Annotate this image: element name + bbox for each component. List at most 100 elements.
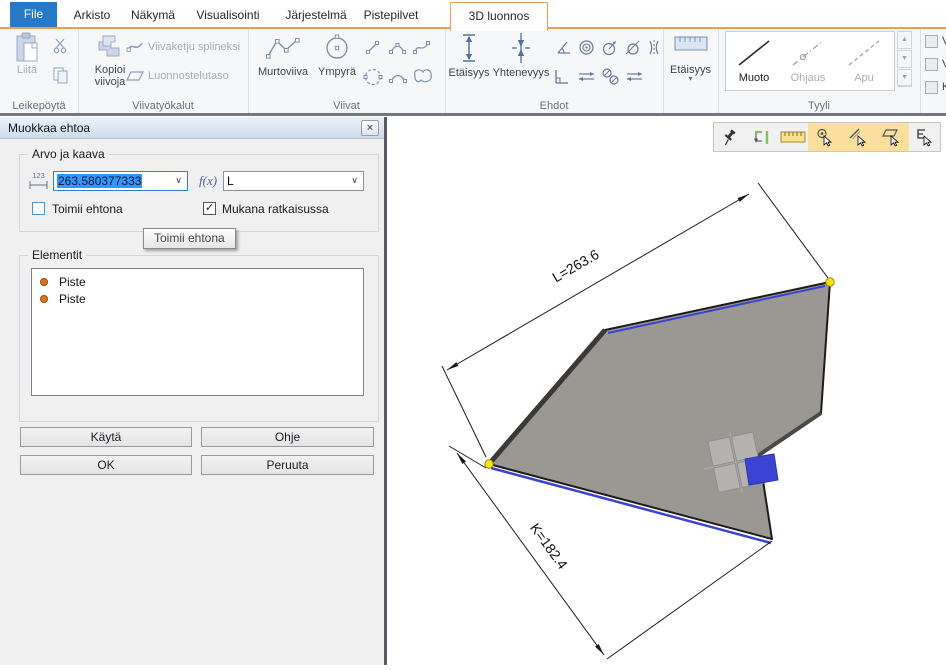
polyline-button[interactable]: Murtoviiva	[252, 35, 314, 78]
circle-button[interactable]: Ympyrä	[314, 34, 360, 78]
tab-3d-luonnos[interactable]: 3D luonnos	[450, 2, 548, 31]
fx-icon: f(x)	[199, 173, 217, 189]
tab-jarjestelma[interactable]: Järjestelmä	[276, 3, 356, 27]
snap-line-button[interactable]	[842, 123, 875, 151]
tab-nakyma[interactable]: Näkymä	[122, 3, 184, 27]
check-icon: ✓	[205, 202, 214, 214]
help-button[interactable]: Ohje	[201, 427, 374, 447]
cut-icon[interactable]	[53, 38, 68, 54]
perpendicular-constraint-icon[interactable]	[553, 68, 570, 85]
chevron-down-icon[interactable]: ∨	[175, 175, 182, 186]
dialog-title[interactable]: Muokkaa ehtoa	[0, 117, 384, 139]
equal-radius-constraint-icon[interactable]	[601, 67, 620, 86]
coincidence-label: Yhtenevyys	[491, 67, 551, 79]
equal-distance-constraint-icon[interactable]	[625, 70, 644, 83]
tangent-constraint-icon[interactable]	[601, 39, 619, 56]
ok-button[interactable]: OK	[20, 455, 192, 475]
snap-face-button[interactable]	[875, 123, 908, 151]
paste-label: Liitä	[6, 64, 48, 76]
vertex-handle-top[interactable]	[826, 278, 834, 286]
spline-icon[interactable]	[412, 38, 432, 57]
list-item[interactable]: Piste	[32, 273, 363, 290]
dim-L-label[interactable]: L=263.6	[549, 246, 601, 285]
dim-K-label[interactable]: K=182.4	[527, 520, 571, 572]
value-formula-group: Arvo ja kaava	[19, 154, 379, 232]
style-muoto-label: Muoto	[728, 72, 780, 84]
symmetry-constraint-icon[interactable]	[646, 39, 662, 56]
angle-constraint-icon[interactable]	[555, 40, 572, 56]
cancel-button[interactable]: Peruuta	[201, 455, 374, 475]
snap-toolbar	[713, 122, 941, 152]
ruler-icon	[674, 35, 708, 52]
style-item-apu[interactable]: Apu	[838, 34, 890, 86]
sketch-plane-button[interactable]: Luonnostelutaso	[126, 70, 229, 82]
parallel-constraint-icon[interactable]	[577, 70, 596, 83]
style-item-muoto[interactable]: Muoto	[728, 34, 780, 86]
chevron-down-icon[interactable]: ∨	[351, 175, 358, 186]
scroll-up-icon[interactable]: ▲	[897, 31, 912, 49]
sketch-plane-label: Luonnostelutaso	[148, 70, 229, 82]
sketch-plane-icon	[126, 70, 144, 82]
scroll-down-icon[interactable]: ▼	[897, 50, 912, 68]
formula-combobox[interactable]: L ∨	[223, 171, 364, 191]
polyline-icon	[264, 35, 302, 61]
vertex-handle-left[interactable]	[485, 460, 493, 468]
freeform-icon[interactable]	[412, 67, 434, 85]
coincidence-button[interactable]: Yhtenevyys	[491, 32, 551, 79]
line-style-gallery: Muoto Ohjaus Apu	[725, 31, 895, 91]
sketch-canvas[interactable]: L=263.6 K=182.4	[387, 117, 946, 665]
elements-group-label: Elementit	[28, 248, 86, 262]
spline-chain-label: Viivaketju splineksi	[148, 41, 240, 53]
spline-chain-button[interactable]: Viivaketju splineksi	[126, 39, 240, 54]
option-checkbox-3[interactable]	[925, 81, 938, 94]
dropdown-caret-icon: ▾	[663, 76, 718, 82]
concentric-constraint-icon[interactable]	[578, 39, 595, 56]
selected-face[interactable]	[745, 454, 778, 485]
sketch-drawing: L=263.6 K=182.4	[387, 117, 946, 665]
option-checkbox-1[interactable]	[925, 35, 938, 48]
acts-as-constraint-checkbox[interactable]	[32, 202, 45, 215]
sketch-polygon[interactable]	[489, 282, 830, 539]
snap-edge-button[interactable]	[909, 123, 940, 151]
arc-icon[interactable]	[389, 69, 407, 84]
copy-icon[interactable]	[53, 67, 69, 84]
group-viivat: Murtoviiva Ympyrä	[248, 29, 446, 113]
list-item[interactable]: Piste	[32, 290, 363, 307]
paste-button[interactable]: Liitä	[6, 32, 48, 76]
ribbon: Liitä Leikepöytä	[0, 29, 946, 113]
scroll-more-icon[interactable]: ▼	[897, 69, 912, 87]
included-in-solution-checkbox[interactable]: ✓	[203, 202, 216, 215]
close-icon[interactable]: ×	[361, 120, 379, 136]
dimension-value-icon: 123	[28, 170, 49, 191]
snap-face-icon	[882, 128, 901, 147]
style-item-ohjaus[interactable]: Ohjaus	[782, 34, 834, 86]
arc-three-point-icon[interactable]	[388, 39, 407, 56]
group-label-leikepoyta: Leikepöytä	[0, 100, 78, 112]
tab-arkisto[interactable]: Arkisto	[62, 3, 122, 27]
group-label-tyyli: Tyyli	[718, 100, 920, 112]
circle-icon	[323, 34, 351, 62]
snap-edge-icon	[915, 128, 934, 147]
dashed-circle-icon[interactable]	[363, 67, 383, 87]
option-checkbox-2[interactable]	[925, 58, 938, 71]
tab-file[interactable]: File	[10, 2, 57, 27]
line-icon[interactable]	[364, 39, 381, 56]
included-in-solution-label: Mukana ratkaisussa	[222, 202, 329, 216]
elements-listbox[interactable]: Piste Piste	[31, 268, 364, 396]
tab-pistepilvet[interactable]: Pistepilvet	[356, 3, 426, 27]
reference-line-button[interactable]	[745, 123, 776, 151]
circle-label: Ympyrä	[314, 66, 360, 78]
pin-button[interactable]	[714, 123, 745, 151]
distance-constraint-button[interactable]: Etäisyys	[447, 32, 491, 79]
group-etaisyys-button: Etäisyys ▾	[663, 29, 719, 113]
value-formula-group-label: Arvo ja kaava	[28, 147, 109, 161]
edit-constraint-dialog: Muokkaa ehtoa × Arvo ja kaava 123 263.58…	[0, 117, 387, 665]
apply-button[interactable]: Käytä	[20, 427, 192, 447]
tangent-line-constraint-icon[interactable]	[624, 40, 641, 56]
distance-dropdown-button[interactable]: Etäisyys ▾	[663, 35, 718, 82]
tab-visualisointi[interactable]: Visualisointi	[186, 3, 270, 27]
measure-button[interactable]	[777, 123, 808, 151]
group-label-ehdot: Ehdot	[445, 100, 663, 112]
snap-point-button[interactable]	[808, 123, 841, 151]
value-combobox[interactable]: 263.580377333 ∨	[53, 171, 188, 191]
